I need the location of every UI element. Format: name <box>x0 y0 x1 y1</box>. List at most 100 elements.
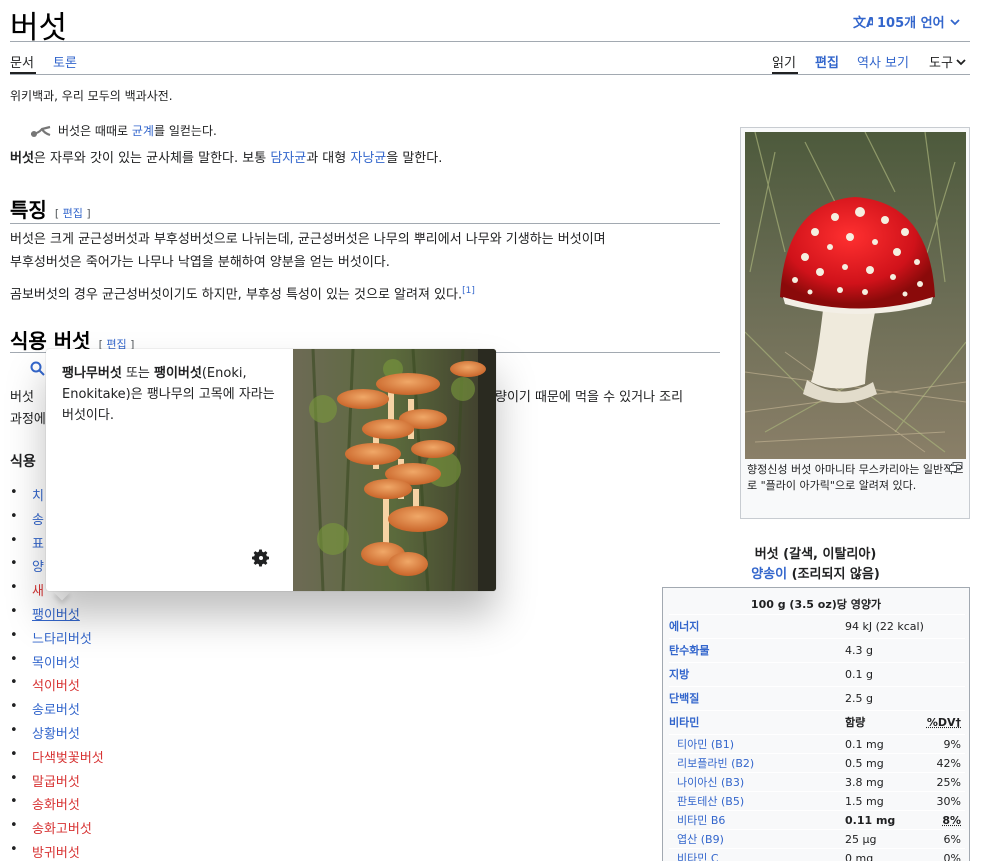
nutrition-value: 함량 <box>845 716 866 729</box>
nutrition-label[interactable]: 리보플라빈 (B2) <box>677 754 754 773</box>
nutrition-value: 0.11 mg <box>845 814 896 827</box>
list-item-link[interactable]: 치 <box>32 485 44 504</box>
nutrition-value: 1.5 mg <box>845 795 884 808</box>
features-p2: 부후성버섯은 죽어가는 나무나 낙엽을 분해하여 양분을 얻는 버섯이다. <box>10 255 390 270</box>
list-item-link[interactable]: 목이버섯 <box>32 652 80 671</box>
list-item-link[interactable]: 표 <box>32 533 44 552</box>
gear-icon[interactable] <box>251 548 271 568</box>
nutrition-label[interactable]: 엽산 (B9) <box>677 830 724 849</box>
tab-read[interactable]: 읽기 <box>772 52 796 71</box>
fly-agaric-image[interactable] <box>745 132 966 459</box>
nutrition-label[interactable]: 나이아신 (B3) <box>677 773 744 792</box>
nutrition-label[interactable]: 지방 <box>669 663 689 687</box>
page-preview-popup[interactable]: 팽나무버섯 또는 팽이버섯(Enoki, Enokitake)은 팽나무의 고목… <box>46 349 496 591</box>
intro-paragraph: 버섯은 자루와 갓이 있는 균사체를 말한다. 보통 담자균과 대형 자낭균을 … <box>10 148 442 170</box>
nutrition-label[interactable]: 비타민 C <box>677 849 719 861</box>
chevron-down-icon <box>949 18 960 25</box>
list-item-link[interactable]: 새 <box>32 580 44 599</box>
nutrition-dv: 6% <box>943 833 961 846</box>
nutrition-row: 리보플라빈 (B2) 0.5 mg 42% <box>669 753 965 772</box>
list-item-link[interactable]: 석이버섯 <box>32 675 80 694</box>
title-divider <box>10 41 970 42</box>
intro-text-2: 과 대형 <box>306 151 351 166</box>
nutrition-row: 판토테산 (B5) 1.5 mg 30% <box>669 791 965 810</box>
nutrition-label[interactable]: 비타민 B6 <box>677 811 725 830</box>
intro-text-3: 을 말한다. <box>386 151 443 166</box>
hatnote-link[interactable]: 균계 <box>132 124 154 138</box>
tab-edit[interactable]: 편집 <box>815 52 839 71</box>
nutrition-value: 0.5 mg <box>845 757 884 770</box>
list-item-link[interactable]: 말굽버섯 <box>32 771 80 790</box>
reference-link[interactable]: [1] <box>462 286 475 296</box>
enoki-image[interactable] <box>293 349 496 591</box>
list-item-link[interactable]: 송화고버섯 <box>32 818 92 837</box>
edit-section-link[interactable]: 편집 <box>63 207 83 220</box>
tab-article[interactable]: 문서 <box>10 52 34 71</box>
nutrition-row: 비타민 함량 %DV† <box>669 710 965 734</box>
nutrition-dv: 8% <box>942 814 961 827</box>
translate-icon: 文A <box>853 15 873 30</box>
link-basidiomycota[interactable]: 담자균 <box>270 151 306 166</box>
nutrition-row: 티아민 (B1) 0.1 mg 9% <box>669 734 965 753</box>
list-item-link[interactable]: 방귀버섯 <box>32 842 80 861</box>
hatnote: 버섯은 때때로 균계를 일컫는다. <box>30 122 217 139</box>
edible-p-fragment-3: 과정에 <box>10 412 46 427</box>
nutrition-dv: 9% <box>943 738 961 751</box>
popup-summary: 팽나무버섯 또는 팽이버섯(Enoki, Enokitake)은 팽나무의 고목… <box>62 363 282 426</box>
nutrition-label[interactable]: 탄수화물 <box>669 639 709 663</box>
nutrition-row: 비타민 C 0 mg 0% <box>669 848 965 861</box>
nutrition-title-link[interactable]: 양송이 <box>751 567 787 582</box>
nutrition-row: 엽산 (B9) 25 μg 6% <box>669 829 965 848</box>
tools-label: 도구 <box>929 56 953 71</box>
svg-text:文A: 文A <box>853 15 873 30</box>
popup-text-1: 또는 <box>121 366 154 381</box>
edible-list-title: 식용 <box>10 454 36 470</box>
nutrition-label[interactable]: 판토테산 (B5) <box>677 792 744 811</box>
nutrition-value: 4.3 g <box>845 644 873 657</box>
tools-menu[interactable]: 도구 <box>929 52 967 71</box>
nutrition-value: 0 mg <box>845 852 874 861</box>
nutrition-label[interactable]: 단백질 <box>669 687 699 711</box>
nutrition-title-rest: (조리되지 않음) <box>787 567 880 582</box>
nutrition-row: 나이아신 (B3) 3.8 mg 25% <box>669 772 965 791</box>
popup-bold-1: 팽나무버섯 <box>62 366 122 381</box>
list-item-link[interactable]: 느타리버섯 <box>32 628 92 647</box>
nutrition-label[interactable]: 티아민 (B1) <box>677 735 734 754</box>
infobox-image-frame: 향정신성 버섯 아마니타 무스카리아는 일반적으로 "플라이 아가릭"으로 알려… <box>740 127 970 519</box>
nutrition-label[interactable]: 비타민 <box>669 711 699 735</box>
hatnote-prefix: 버섯은 때때로 <box>58 124 132 138</box>
tabs-divider <box>10 74 970 75</box>
tab-talk[interactable]: 토론 <box>53 52 77 71</box>
chevron-down-icon <box>956 58 966 65</box>
disambiguation-icon <box>30 125 51 137</box>
nutrition-value: 3.8 mg <box>845 776 884 789</box>
features-p3-text: 곰보버섯의 경우 균근성버섯이기도 하지만, 부후성 특성이 있는 것으로 알려… <box>10 287 463 303</box>
list-item-link[interactable]: 팽이버섯 <box>32 604 80 623</box>
enlarge-icon[interactable] <box>949 462 963 472</box>
list-item-link[interactable]: 송로버섯 <box>32 699 80 718</box>
nutrition-row: 에너지 94 kJ (22 kcal) <box>669 614 965 638</box>
list-item-link[interactable]: 송화버섯 <box>32 794 80 813</box>
nutrition-value: 94 kJ (22 kcal) <box>845 620 924 633</box>
list-item-link[interactable]: 상황버섯 <box>32 723 80 742</box>
list-item-link[interactable]: 양 <box>32 556 44 575</box>
tagline: 위키백과, 우리 모두의 백과사전. <box>10 89 173 103</box>
list-item-link[interactable]: 송 <box>32 509 44 528</box>
nutrition-row: 비타민 B6 0.11 mg 8% <box>669 810 965 829</box>
language-button[interactable]: 文A 105개 언어 <box>853 12 961 31</box>
nutrition-dv: 0% <box>943 852 961 861</box>
section-heading-features: 특징 [ 편집 ] <box>10 194 91 223</box>
edible-p-fragment-2: 량이기 때문에 먹을 수 있거나 조리 <box>495 390 684 405</box>
link-ascomycota[interactable]: 자낭균 <box>350 151 386 166</box>
nutrition-title: 버섯 (갈색, 이탈리아) 양송이 (조리되지 않음) <box>662 545 969 585</box>
nutrition-value: 0.1 mg <box>845 738 884 751</box>
nutrition-dv: %DV† <box>926 716 961 729</box>
nutrition-dv: 30% <box>936 795 961 808</box>
tab-history[interactable]: 역사 보기 <box>857 52 909 71</box>
search-icon <box>30 361 45 376</box>
section-title: 특징 <box>10 198 47 222</box>
list-item-link[interactable]: 다색벚꽃버섯 <box>32 747 104 766</box>
language-count: 105개 언어 <box>877 16 945 31</box>
nutrition-label[interactable]: 에너지 <box>669 615 699 639</box>
nutrition-row: 지방 0.1 g <box>669 662 965 686</box>
